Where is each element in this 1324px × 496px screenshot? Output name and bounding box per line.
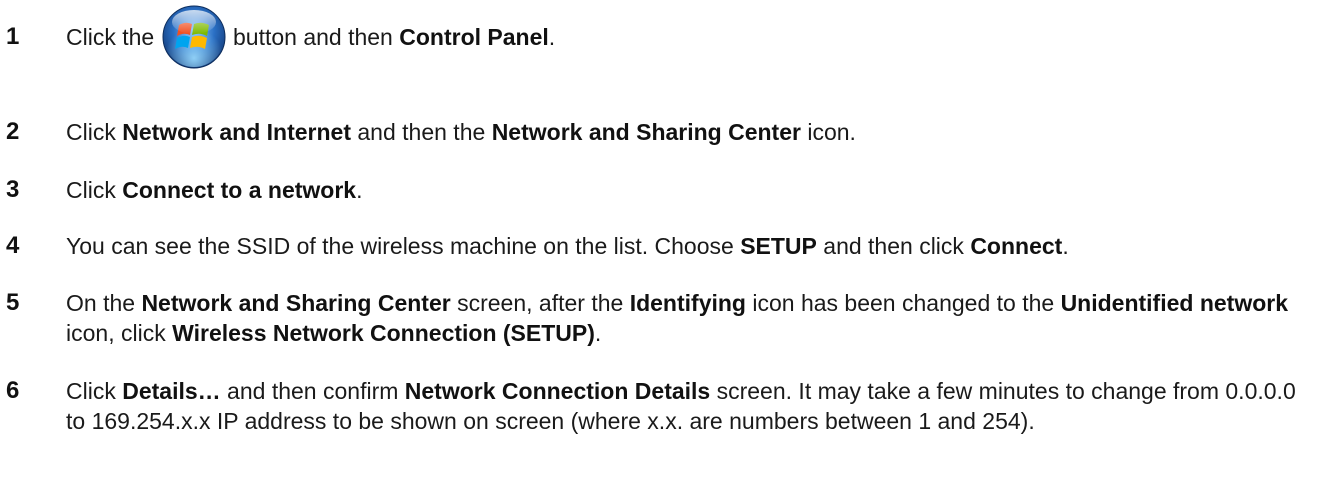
step-text: You can see the SSID of the wireless mac… xyxy=(66,231,1316,261)
text-segment: and then confirm xyxy=(220,378,405,404)
step-number: 5 xyxy=(6,289,20,316)
step-number: 3 xyxy=(6,176,20,203)
step-number: 4 xyxy=(6,232,20,259)
text-segment: Click xyxy=(66,177,123,203)
text-segment: Click xyxy=(66,119,123,145)
windows-start-orb-icon xyxy=(161,4,227,70)
text-segment-bold: Wireless Network Connection (SETUP) xyxy=(172,320,595,346)
step-number: 1 xyxy=(6,23,20,50)
text-segment: and then the xyxy=(351,119,492,145)
text-segment: . xyxy=(1062,233,1069,259)
step-text: Click Connect to a network. xyxy=(66,175,1316,205)
step-text: Click the button and then Control Panel. xyxy=(66,4,1316,72)
text-segment-bold: Identifying xyxy=(629,290,746,316)
text-segment: icon, click xyxy=(66,320,173,346)
step-number: 6 xyxy=(6,377,20,404)
text-segment: icon. xyxy=(800,119,856,145)
text-segment: Click xyxy=(66,378,123,404)
text-segment-bold: Unidentified network xyxy=(1060,290,1289,316)
text-segment: icon has been changed to the xyxy=(745,290,1061,316)
text-segment: screen, after the xyxy=(450,290,630,316)
text-segment-bold: Network Connection Details xyxy=(404,378,711,404)
text-segment: . xyxy=(594,320,602,346)
text-segment: button and then xyxy=(226,24,400,50)
text-segment: Click the xyxy=(66,24,161,50)
step-text: Click Network and Internet and then the … xyxy=(66,117,1316,147)
text-segment-bold: SETUP xyxy=(740,233,817,259)
text-segment-bold: Network and Sharing Center xyxy=(491,119,801,145)
text-segment-bold: Connect to a network xyxy=(122,177,357,203)
step-text: Click Details… and then confirm Network … xyxy=(66,376,1316,436)
text-segment: and then click xyxy=(816,233,971,259)
text-segment: On the xyxy=(66,290,142,316)
text-segment-bold: Details… xyxy=(122,378,221,404)
text-segment-bold: Network and Internet xyxy=(122,119,351,145)
text-segment: . xyxy=(356,177,363,203)
step-text: On the Network and Sharing Center screen… xyxy=(66,288,1316,348)
text-segment: You can see the SSID of the wireless mac… xyxy=(66,233,741,259)
text-segment-bold: Connect xyxy=(970,233,1063,259)
step-number: 2 xyxy=(6,118,20,145)
text-segment-bold: Network and Sharing Center xyxy=(141,290,451,316)
text-segment-bold: Control Panel xyxy=(399,24,549,50)
text-segment: . xyxy=(548,24,556,50)
